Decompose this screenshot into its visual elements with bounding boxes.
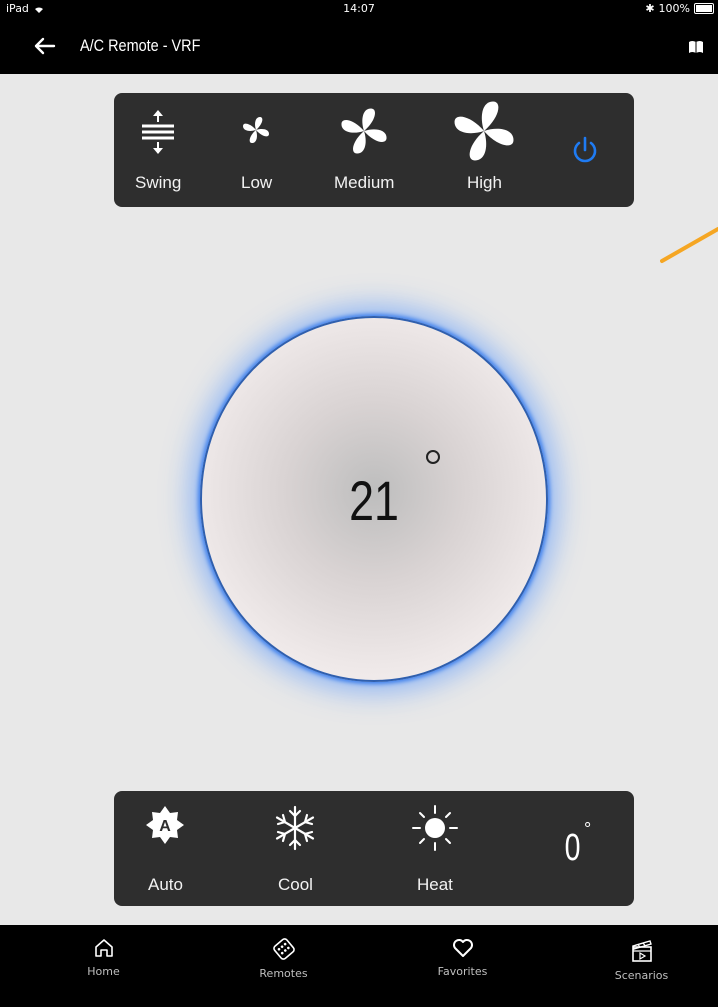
tab-bar: Home Remotes Favorites Scenarios <box>0 925 718 1007</box>
mode-auto-button[interactable]: A Auto <box>134 791 196 906</box>
fan-high-label: High <box>467 173 502 192</box>
fan-high-button[interactable]: High <box>444 93 524 207</box>
status-time: 14:07 <box>343 2 375 15</box>
tab-favorites-label: Favorites <box>437 965 488 978</box>
back-arrow-icon[interactable] <box>30 32 60 60</box>
fan-medium-label: Medium <box>334 173 395 192</box>
mode-heat-label: Heat <box>417 875 453 894</box>
mode-heat-button[interactable]: Heat <box>404 791 466 906</box>
fan-low-icon <box>243 117 269 143</box>
snowflake-icon <box>275 805 315 851</box>
degree-circle-icon <box>426 450 440 464</box>
fan-speed-panel: Swing Low Medium High <box>114 93 634 207</box>
tab-scenarios[interactable]: Scenarios <box>552 925 718 1007</box>
power-button[interactable] <box>554 123 614 183</box>
power-icon <box>573 136 597 163</box>
svg-text:A: A <box>159 818 171 835</box>
manual-book-icon[interactable] <box>688 40 704 54</box>
fan-medium-button[interactable]: Medium <box>324 93 404 207</box>
temperature-dial[interactable]: 21 <box>200 316 548 682</box>
fan-low-button[interactable]: Low <box>224 93 288 207</box>
mode-auto-label: Auto <box>148 875 183 894</box>
fan-low-label: Low <box>241 173 273 192</box>
tab-scenarios-label: Scenarios <box>614 969 669 982</box>
mode-cool-button[interactable]: Cool <box>264 791 326 906</box>
auto-mode-icon: A <box>146 806 184 844</box>
heart-icon <box>452 939 473 957</box>
remote-icon <box>272 938 295 960</box>
tab-home[interactable]: Home <box>14 925 193 1007</box>
tab-remotes-label: Remotes <box>259 967 308 980</box>
bluetooth-icon: ✱ <box>645 2 655 15</box>
tab-remotes[interactable]: Remotes <box>194 925 373 1007</box>
offset-degree-value: 0 <box>564 827 581 869</box>
mode-panel: A Auto Cool Heat 0 ° <box>114 791 634 906</box>
swing-button[interactable]: Swing <box>126 93 190 207</box>
home-icon <box>94 939 113 957</box>
tab-home-label: Home <box>87 965 120 978</box>
offset-degree-display[interactable]: 0 ° <box>554 819 614 879</box>
page-title: A/C Remote - VRF <box>80 36 201 55</box>
clapperboard-icon <box>631 940 652 962</box>
swing-icon <box>142 110 174 154</box>
battery-percent: 100% <box>658 2 690 15</box>
tab-favorites[interactable]: Favorites <box>373 925 552 1007</box>
sun-icon <box>412 805 458 851</box>
orange-accent-stroke <box>660 227 718 263</box>
swing-label: Swing <box>135 173 182 192</box>
fan-high-icon <box>454 101 514 161</box>
fan-medium-icon <box>341 108 387 154</box>
nav-bar: A/C Remote - VRF <box>0 18 718 74</box>
temperature-value: 21 <box>349 469 399 532</box>
battery-icon <box>694 3 714 14</box>
status-bar: iPad 14:07 ✱ 100% <box>0 0 718 18</box>
offset-degree-symbol: ° <box>584 819 592 839</box>
mode-cool-label: Cool <box>278 875 313 894</box>
